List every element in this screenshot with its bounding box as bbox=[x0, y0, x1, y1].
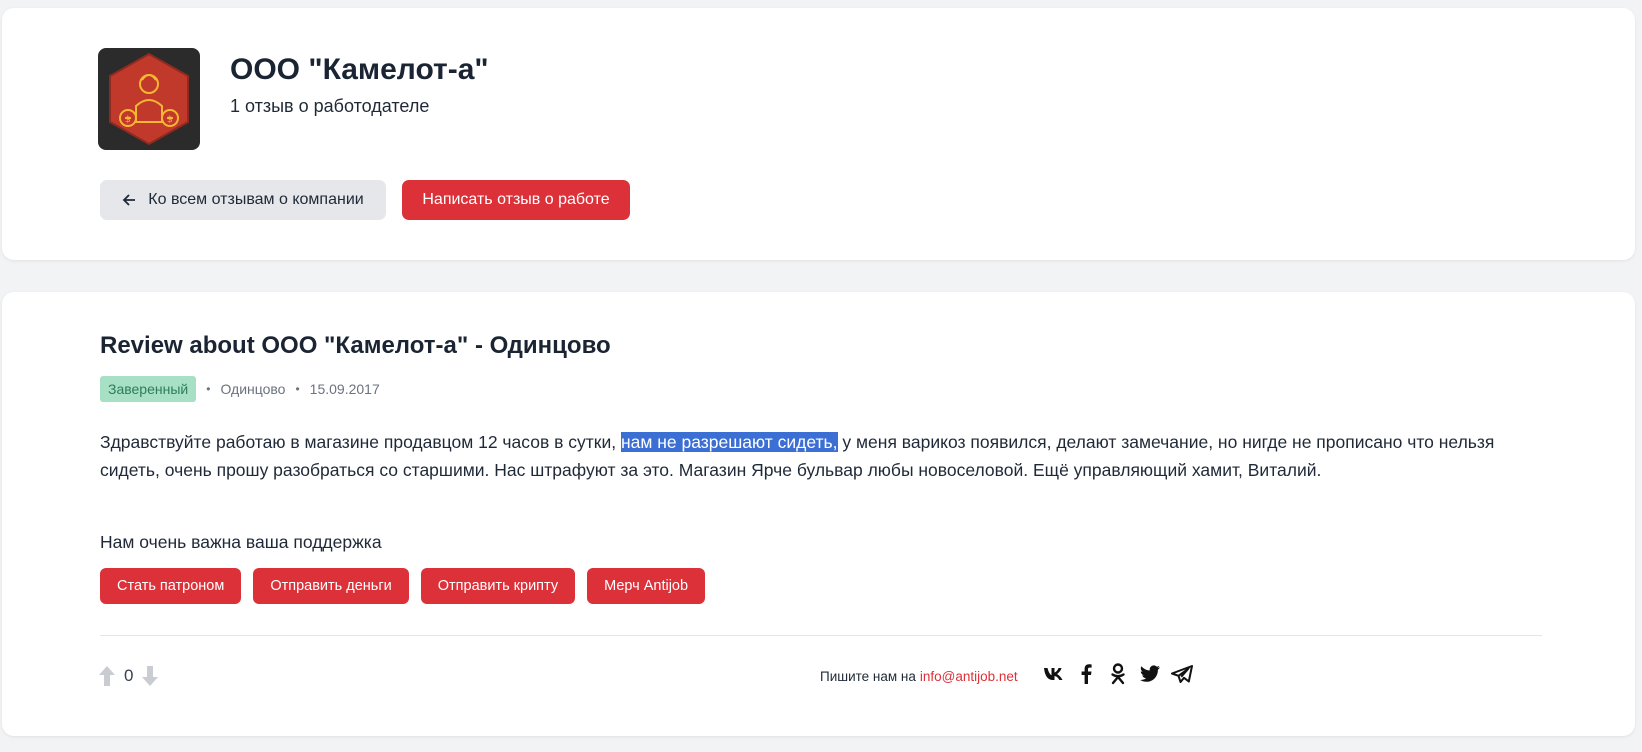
merch-button[interactable]: Мерч Antijob bbox=[587, 568, 706, 604]
vote-count: 0 bbox=[124, 666, 134, 685]
review-count: 1 отзыв о работодателе bbox=[230, 96, 430, 116]
downvote-icon[interactable] bbox=[141, 665, 159, 687]
review-card: Review about ООО "Камелот-а" - Одинцово … bbox=[2, 292, 1635, 736]
svg-text:$: $ bbox=[125, 115, 131, 125]
back-to-reviews-button[interactable]: Ко всем отзывам о компании bbox=[100, 180, 386, 220]
review-city: Одинцово bbox=[220, 381, 286, 397]
arrow-left-icon bbox=[122, 193, 136, 207]
twitter-icon[interactable] bbox=[1138, 662, 1162, 686]
company-header-card: $ $ ООО "Камелот-а" 1 отзыв о работодате… bbox=[2, 8, 1635, 260]
contact-prefix: Пишите нам на bbox=[820, 668, 916, 684]
review-date: 15.09.2017 bbox=[309, 381, 380, 397]
separator-dot: • bbox=[295, 382, 300, 396]
company-name: ООО "Камелот-а" bbox=[230, 53, 489, 86]
social-links bbox=[1042, 662, 1202, 686]
review-title: Review about ООО "Камелот-а" - Одинцово bbox=[100, 332, 611, 359]
send-money-button[interactable]: Отправить деньги bbox=[253, 568, 409, 604]
review-text-selection: нам не разрешают сидеть, bbox=[620, 432, 838, 452]
vk-icon[interactable] bbox=[1042, 662, 1066, 686]
become-patron-button[interactable]: Стать патроном bbox=[100, 568, 242, 604]
contact-email-link[interactable]: info@antijob.net bbox=[920, 669, 1018, 684]
vote-controls: 0 bbox=[98, 664, 159, 688]
verified-badge: Заверенный bbox=[100, 376, 197, 402]
review-text-start: Здравствуйте работаю в магазине продавцо… bbox=[100, 432, 621, 452]
send-crypto-button[interactable]: Отправить крипту bbox=[420, 568, 576, 604]
separator-dot: • bbox=[206, 382, 211, 396]
company-logo: $ $ bbox=[98, 48, 200, 150]
odnoklassniki-icon[interactable] bbox=[1106, 662, 1130, 686]
support-buttons: Стать патроном Отправить деньги Отправит… bbox=[100, 568, 717, 604]
svg-text:$: $ bbox=[167, 115, 173, 125]
back-to-reviews-label: Ко всем отзывам о компании bbox=[148, 191, 364, 208]
review-body: Здравствуйте работаю в магазине продавцо… bbox=[100, 428, 1540, 484]
divider bbox=[100, 635, 1542, 636]
review-meta: Заверенный • Одинцово • 15.09.2017 bbox=[100, 376, 380, 402]
upvote-icon[interactable] bbox=[98, 665, 116, 687]
facebook-icon[interactable] bbox=[1074, 662, 1098, 686]
support-label: Нам очень важна ваша поддержка bbox=[100, 532, 382, 552]
contact-line: Пишите нам на info@antijob.net bbox=[820, 666, 1018, 686]
write-review-button[interactable]: Написать отзыв о работе bbox=[402, 180, 630, 220]
telegram-icon[interactable] bbox=[1170, 662, 1194, 686]
